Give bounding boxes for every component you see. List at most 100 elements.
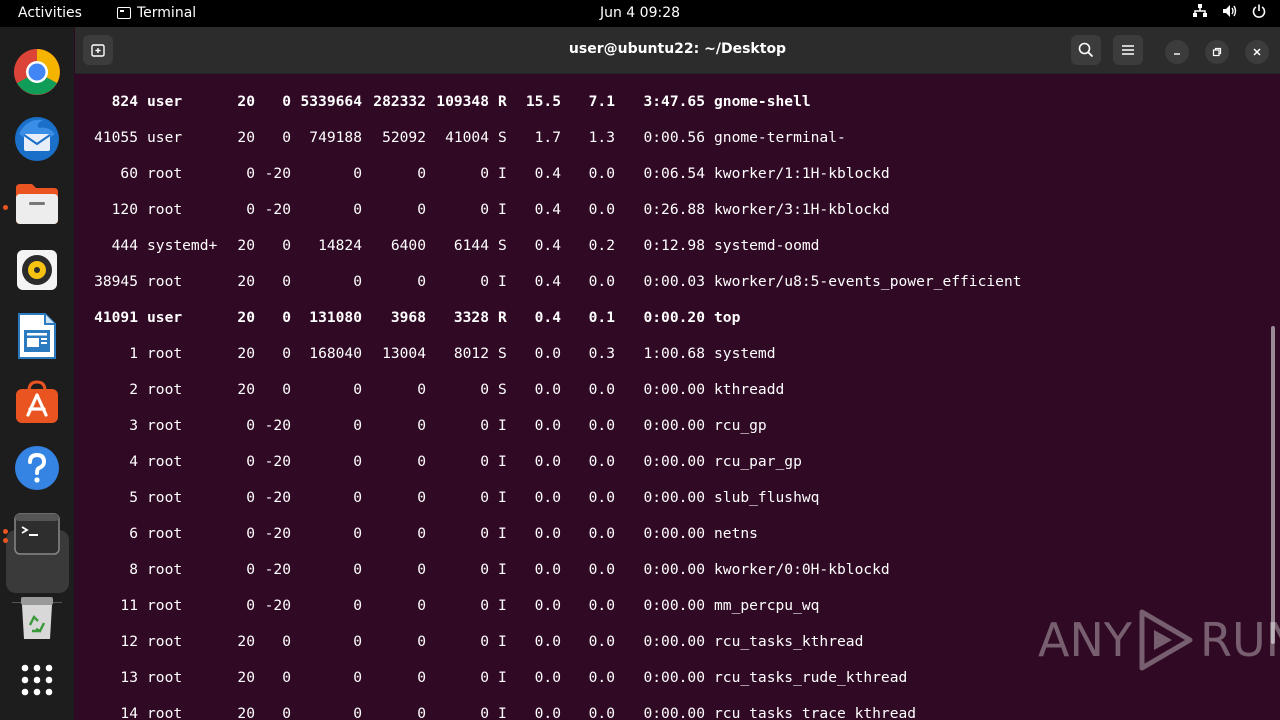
- command-cell: kworker/1:1H-kblockd: [714, 165, 890, 182]
- cpu-cell: 0.0: [534, 525, 561, 542]
- nice-cell: 0: [282, 669, 291, 686]
- command-cell: kthreadd: [714, 381, 785, 398]
- mem-cell: 0.0: [588, 669, 615, 686]
- play-logo-icon: [1139, 609, 1193, 671]
- minimize-button[interactable]: [1165, 40, 1189, 64]
- dock-app-center[interactable]: [11, 376, 63, 428]
- mem-cell: 0.0: [588, 561, 615, 578]
- res-cell: 0: [417, 273, 426, 290]
- virt-cell: 0: [353, 165, 362, 182]
- command-cell: systemd-oomd: [714, 237, 820, 254]
- pid-cell: 60: [120, 165, 138, 182]
- system-tray[interactable]: [1192, 4, 1266, 18]
- shr-cell: 0: [480, 489, 489, 506]
- command-cell: netns: [714, 525, 758, 542]
- state-cell: I: [498, 561, 507, 578]
- cpu-cell: 0.0: [534, 417, 561, 434]
- close-button[interactable]: [1245, 40, 1269, 64]
- priority-cell: 20: [237, 237, 255, 254]
- files-icon: [16, 184, 58, 224]
- user-cell: root: [147, 165, 183, 182]
- dock-terminal[interactable]: [11, 508, 63, 560]
- nice-cell: 0: [282, 237, 291, 254]
- mem-cell: 1.3: [588, 129, 615, 146]
- dock-rhythmbox[interactable]: [11, 244, 63, 296]
- time-cell: 0:00.00: [643, 561, 705, 578]
- mem-cell: 0.0: [588, 489, 615, 506]
- cpu-cell: 1.7: [534, 129, 561, 146]
- mem-cell: 0.0: [588, 381, 615, 398]
- nice-cell: -20: [264, 525, 291, 542]
- mem-cell: 0.2: [588, 237, 615, 254]
- dock-help[interactable]: [11, 442, 63, 494]
- shr-cell: 0: [480, 453, 489, 470]
- nice-cell: -20: [264, 165, 291, 182]
- user-cell: root: [147, 633, 183, 650]
- dock-chrome[interactable]: [11, 46, 63, 98]
- cpu-cell: 0.0: [534, 489, 561, 506]
- mem-cell: 0.0: [588, 273, 615, 290]
- close-icon: [1253, 48, 1261, 56]
- running-indicator: [3, 205, 8, 210]
- user-cell: root: [147, 273, 183, 290]
- command-cell: kworker/0:0H-kblockd: [714, 561, 890, 578]
- process-row: 2 root 20 0 0 0 0 S 0.0 0.0 0:00.00 kthreadd: [75, 381, 1255, 401]
- new-tab-button[interactable]: [83, 35, 113, 65]
- shr-cell: 109348: [436, 93, 489, 110]
- res-cell: 3968: [390, 309, 426, 326]
- time-cell: 0:00.00: [643, 489, 705, 506]
- nice-cell: 0: [282, 129, 291, 146]
- priority-cell: 0: [246, 165, 255, 182]
- dock-files[interactable]: [11, 178, 63, 230]
- dock-libreoffice-writer[interactable]: [11, 310, 63, 362]
- watermark-run: RUN: [1199, 613, 1280, 667]
- virt-cell: 5339664: [300, 93, 362, 110]
- res-cell: 6400: [390, 237, 426, 254]
- state-cell: R: [498, 309, 507, 326]
- time-cell: 0:00.56: [643, 129, 705, 146]
- user-cell: root: [147, 561, 183, 578]
- help-icon: [15, 446, 59, 490]
- priority-cell: 0: [246, 201, 255, 218]
- running-indicator: [3, 538, 8, 543]
- process-row: 120 root 0 -20 0 0 0 I 0.4 0.0 0:26.88 kworker/3:1H…: [75, 201, 1255, 221]
- dock-show-apps[interactable]: [11, 654, 63, 706]
- shr-cell: 0: [480, 525, 489, 542]
- command-cell: mm_percpu_wq: [714, 597, 820, 614]
- command-cell: systemd: [714, 345, 776, 362]
- nice-cell: 0: [282, 309, 291, 326]
- virt-cell: 0: [353, 453, 362, 470]
- running-indicator: [3, 529, 8, 534]
- virt-cell: 0: [353, 417, 362, 434]
- command-cell: kworker/3:1H-kblockd: [714, 201, 890, 218]
- new-tab-icon: [91, 44, 105, 57]
- process-row: 41055 user 20 0 749188 52092 41004 S 1.7 1.3 0:00.…: [75, 129, 1255, 149]
- state-cell: I: [498, 489, 507, 506]
- time-cell: 0:00.00: [643, 525, 705, 542]
- title-bar[interactable]: user@ubuntu22: ~/Desktop: [75, 27, 1280, 74]
- dock-trash[interactable]: [11, 592, 63, 644]
- scrollbar[interactable]: [1271, 326, 1275, 644]
- virt-cell: 0: [353, 525, 362, 542]
- shr-cell: 8012: [453, 345, 489, 362]
- time-cell: 1:00.68: [643, 345, 705, 362]
- time-cell: 0:00.03: [643, 273, 705, 290]
- cpu-cell: 0.4: [534, 237, 561, 254]
- pid-cell: 2: [129, 381, 138, 398]
- pid-cell: 38945: [94, 273, 138, 290]
- menu-button[interactable]: [1113, 35, 1143, 65]
- virt-cell: 0: [353, 633, 362, 650]
- command-cell: rcu_tasks_trace_kthread: [714, 705, 917, 720]
- app-menu[interactable]: Terminal: [117, 5, 196, 21]
- search-button[interactable]: [1071, 35, 1101, 65]
- hamburger-icon: [1122, 45, 1134, 55]
- power-icon: [1252, 4, 1266, 18]
- clock[interactable]: Jun 4 09:28: [600, 5, 680, 21]
- dock-thunderbird[interactable]: [11, 112, 63, 164]
- time-cell: 0:00.00: [643, 669, 705, 686]
- cpu-cell: 0.0: [534, 669, 561, 686]
- res-cell: 0: [417, 453, 426, 470]
- activities-button[interactable]: Activities: [18, 5, 82, 21]
- maximize-button[interactable]: [1205, 40, 1229, 64]
- state-cell: S: [498, 129, 507, 146]
